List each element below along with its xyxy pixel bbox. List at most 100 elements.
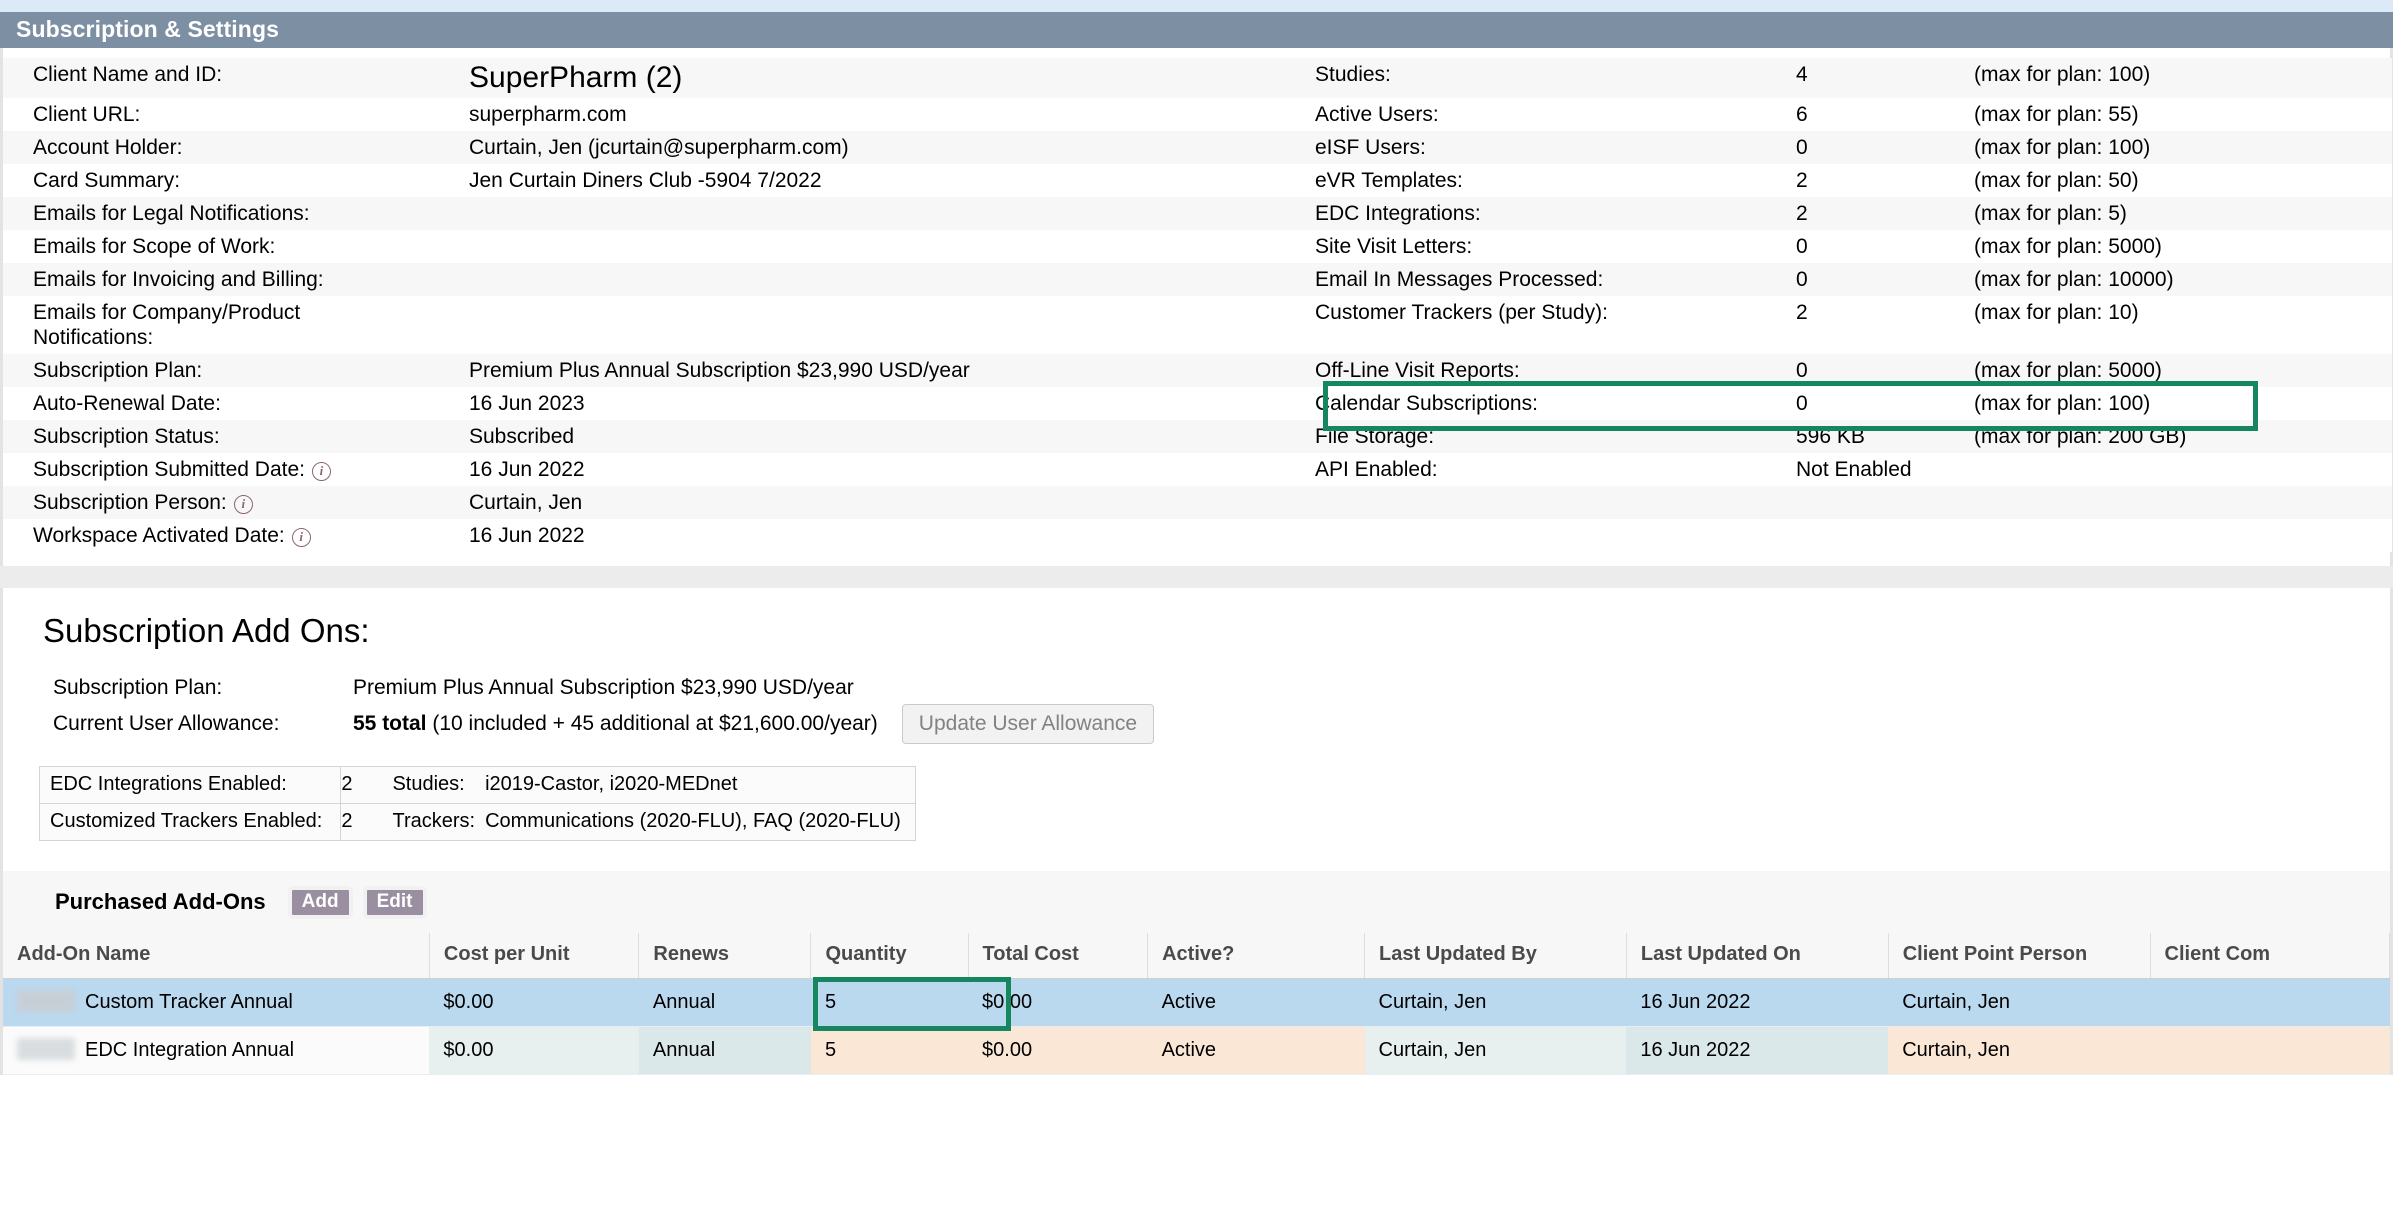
metric-label: Studies:: [1285, 58, 1762, 98]
edit-button[interactable]: Edit: [362, 885, 427, 919]
metric-label: Active Users:: [1285, 98, 1762, 131]
metric-max: (max for plan: 55): [1962, 98, 2392, 131]
metric-label: File Storage:: [1285, 420, 1762, 453]
info-icon[interactable]: i: [291, 528, 311, 547]
cell-client-point-person: Curtain, Jen: [1888, 978, 2151, 1027]
metric-max: (max for plan: 100): [1962, 387, 2392, 420]
field-label: Auto-Renewal Date:: [3, 387, 465, 420]
info-icon[interactable]: i: [311, 462, 331, 481]
field-label: Card Summary:: [3, 164, 465, 197]
metric-max: [1962, 453, 2392, 486]
field-value: Curtain, Jen: [465, 486, 1285, 519]
page-title: Subscription & Settings: [16, 16, 279, 42]
metric-label: Site Visit Letters:: [1285, 230, 1762, 263]
metric-max: (max for plan: 200 GB): [1962, 420, 2392, 453]
cell-last-updated-on: 16 Jun 2022: [1626, 978, 1889, 1027]
column-header-9[interactable]: Client Com: [2150, 933, 2391, 979]
info-icon[interactable]: i: [233, 495, 253, 514]
column-header-8[interactable]: Client Point Person: [1888, 933, 2151, 979]
addon-name-text: Custom Tracker Annual: [85, 991, 293, 1013]
column-header-1[interactable]: Cost per Unit: [429, 933, 640, 979]
metric-value: Not Enabled: [1762, 453, 1962, 486]
metric-label: Calendar Subscriptions:: [1285, 387, 1762, 420]
field-value: 16 Jun 2022: [465, 453, 1285, 486]
addon-name-text: EDC Integration Annual: [85, 1039, 295, 1061]
purchased-addons-section: Purchased Add-Ons Add Edit Add-On Name Co…: [3, 871, 2391, 1075]
field-label: Workspace Activated Date: i: [3, 519, 465, 552]
section-title-bar: Subscription & Settings: [0, 12, 2393, 48]
column-header-0[interactable]: Add-On Name: [3, 933, 430, 979]
cell-last-updated-on: 16 Jun 2022: [1626, 1026, 1889, 1075]
addons-title: Subscription Add Ons:: [43, 612, 370, 649]
field-label: Account Holder:: [3, 131, 465, 164]
table-row[interactable]: EDC Integration Annual $0.00 Annual 5 $0.00 A…: [3, 1026, 2390, 1075]
metric-label: Off-Line Visit Reports:: [1285, 354, 1762, 387]
metric-value: 596 KB: [1762, 420, 1962, 453]
cell-cost-per-unit: $0.00: [429, 1026, 639, 1075]
field-label: Subscription Submitted Date: i: [3, 453, 465, 486]
column-header-4[interactable]: Total Cost: [968, 933, 1149, 979]
field-label: Subscription Status:: [3, 420, 465, 453]
addons-allowance-detail: (10 included + 45 additional at $21,600.…: [432, 712, 878, 735]
cell-last-updated-by: Curtain, Jen: [1364, 978, 1627, 1027]
metric-max: (max for plan: 100): [1962, 131, 2392, 164]
table-row[interactable]: Custom Tracker Annual $0.00 Annual 5 $0.00 Ac…: [3, 977, 2390, 1031]
field-label: Subscription Plan:: [3, 354, 465, 387]
addons-plan-value: Premium Plus Annual Subscription $23,990…: [353, 676, 854, 699]
metric-value: 2: [1762, 197, 1962, 230]
field-label: Emails for Legal Notifications:: [3, 197, 465, 230]
subscription-addons-panel: Subscription Add Ons: Subscription Plan:…: [0, 588, 2393, 1075]
column-header-2[interactable]: Renews: [638, 933, 812, 979]
addons-allowance-label: Current User Allowance:: [53, 712, 280, 735]
field-value: [465, 197, 1285, 230]
purchased-addons-header: Purchased Add-Ons Add Edit: [55, 885, 2390, 919]
enabled-sublabel: Trackers:: [392, 803, 486, 841]
metric-label: EDC Integrations:: [1285, 197, 1762, 230]
cell-active: Active: [1147, 1026, 1365, 1075]
field-value: Jen Curtain Diners Club -5904 7/2022: [465, 164, 1285, 197]
add-button[interactable]: Add: [287, 885, 353, 919]
column-header-3[interactable]: Quantity: [810, 933, 969, 979]
enabled-sublabel: Studies:: [392, 766, 486, 804]
enabled-label: Customized Trackers Enabled:: [38, 803, 342, 841]
column-header-7[interactable]: Last Updated On: [1626, 933, 1889, 979]
addons-plan-row: Subscription Plan: Premium Plus Annual S…: [53, 674, 2390, 702]
quantity-highlight-box: [812, 977, 1011, 1031]
enabled-count: 2: [340, 803, 393, 841]
subscription-info-grid: Client Name and ID: SuperPharm (2) Studies…: [3, 58, 2392, 552]
enabled-label: EDC Integrations Enabled:: [38, 766, 342, 804]
top-scroll-strip: [0, 0, 2393, 12]
field-label: Subscription Person: i: [3, 486, 465, 519]
field-value: Subscribed: [465, 420, 1285, 453]
metric-value: 6: [1762, 98, 1962, 131]
metric-label: API Enabled:: [1285, 453, 1762, 486]
enabled-row: Customized Trackers Enabled: 2 Trackers: Co…: [38, 803, 916, 841]
addons-allowance-row: Current User Allowance: 55 total (10 inc…: [53, 704, 2390, 744]
field-value: [465, 230, 1285, 263]
addons-plan-label: Subscription Plan:: [53, 676, 223, 699]
cell-cost-per-unit: $0.00: [429, 978, 639, 1027]
cell-addon-name: EDC Integration Annual: [3, 1026, 430, 1075]
field-value: [465, 296, 1285, 354]
purchased-addons-table: Add-On Name Cost per Unit Renews Quantity To…: [3, 933, 2391, 1075]
metric-value: 0: [1762, 230, 1962, 263]
cell-quantity[interactable]: 5: [810, 977, 1011, 1031]
column-header-5[interactable]: Active?: [1147, 933, 1366, 979]
update-user-allowance-button[interactable]: Update User Allowance: [901, 704, 1155, 744]
addons-allowance-total: 55 total: [353, 712, 427, 735]
metric-value: 0: [1762, 263, 1962, 296]
cell-client-comment: [2150, 978, 2390, 1027]
field-value: superpharm.com: [465, 98, 1285, 131]
metric-label: eISF Users:: [1285, 131, 1762, 164]
cell-quantity[interactable]: 5: [810, 1026, 969, 1075]
field-value: Premium Plus Annual Subscription $23,990…: [465, 354, 1285, 387]
field-label: Emails for Scope of Work:: [3, 230, 465, 263]
field-value: 16 Jun 2023: [465, 387, 1285, 420]
cell-client-comment: [2150, 1026, 2390, 1075]
field-label: Client Name and ID:: [3, 58, 465, 98]
redacted-icon: [17, 990, 75, 1012]
field-value: Curtain, Jen (jcurtain@superpharm.com): [465, 131, 1285, 164]
column-header-6[interactable]: Last Updated By: [1364, 933, 1627, 979]
metric-value: 0: [1762, 131, 1962, 164]
metric-max: (max for plan: 10): [1962, 296, 2392, 354]
